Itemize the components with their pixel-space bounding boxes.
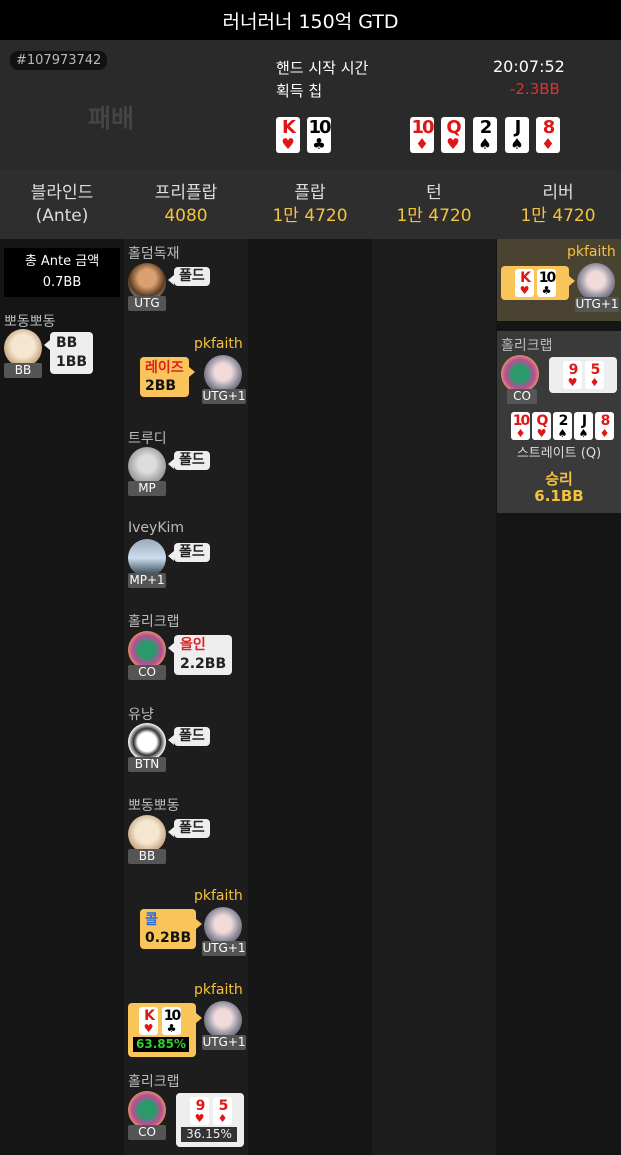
best-hand-card: 8 ♦	[595, 412, 614, 440]
player-name: pkfaith	[194, 982, 243, 998]
result-label: 패배	[88, 104, 135, 133]
hand-info-panel: #107973742 패배 핸드 시작 시간 20:07:52 획득 칩 -2.…	[0, 40, 621, 170]
position-badge: CO	[507, 389, 537, 404]
hole-card: 9 ♥	[190, 1097, 209, 1125]
player-avatar[interactable]	[128, 539, 166, 577]
action-bubble: 레이즈 2BB	[140, 357, 195, 397]
best-hand-card: 2 ♠	[553, 412, 572, 440]
player-name: 뽀동뽀동	[4, 314, 56, 330]
hole-card: 5 ♦	[213, 1097, 232, 1125]
player-name: 유냥	[128, 707, 154, 723]
action-bubble: 올인 2.2BB	[167, 635, 233, 675]
player-name: pkfaith	[194, 888, 243, 904]
street-blinds[interactable]: 블라인드 (Ante)	[0, 170, 124, 239]
player-avatar[interactable]	[577, 263, 615, 301]
player-avatar[interactable]	[501, 355, 539, 393]
player-avatar[interactable]	[128, 1091, 166, 1129]
win-label: 승리	[545, 470, 573, 488]
action-bubble: 폴드	[168, 727, 210, 746]
position-badge: MP	[128, 481, 166, 496]
showdown-bubble: K ♥ 10 ♣ 63.85%	[128, 1003, 202, 1057]
river-column: pkfaith UTG+1 K ♥ 10 ♣ 홀리크랩 CO 9 ♥ 5 ♦ 10 ♦ Q…	[496, 239, 621, 1155]
board-card: 8 ♦	[536, 117, 560, 153]
position-badge: CO	[128, 1125, 166, 1140]
street-header: 블라인드 (Ante) 프리플랍 4080 플랍 1만 4720 턴 1만 4720 리…	[0, 170, 621, 239]
hero-river-box: pkfaith UTG+1 K ♥ 10 ♣	[497, 239, 621, 321]
player-name: 홀리크랩	[501, 338, 553, 354]
position-badge: BTN	[128, 757, 166, 772]
action-bubble: 폴드	[168, 819, 210, 838]
player-name: pkfaith	[194, 336, 243, 352]
position-badge: UTG	[128, 296, 166, 311]
street-flop[interactable]: 플랍 1만 4720	[248, 170, 372, 239]
hole-card: K ♥	[276, 117, 300, 153]
player-avatar[interactable]	[128, 447, 166, 485]
hole-card: 10 ♣	[162, 1007, 181, 1035]
position-badge: UTG+1	[202, 1035, 246, 1050]
showdown-bubble: 9 ♥ 5 ♦ 36.15%	[176, 1093, 244, 1147]
winner-box: 홀리크랩 CO 9 ♥ 5 ♦ 10 ♦ Q ♥ 2 ♠ J ♠ 8 ♦ 스트레이트 (Q) …	[497, 331, 621, 513]
best-hand-card: J ♠	[574, 412, 593, 440]
player-avatar[interactable]	[128, 723, 166, 761]
player-avatar[interactable]	[204, 907, 242, 945]
action-bubble: 콜 0.2BB	[140, 909, 203, 949]
hole-card: K ♥	[139, 1007, 158, 1035]
player-name: 홀리크랩	[128, 1074, 180, 1090]
street-preflop[interactable]: 프리플랍 4080	[124, 170, 248, 239]
position-badge: MP+1	[128, 573, 166, 588]
position-badge: UTG+1	[575, 297, 619, 312]
start-time-label: 핸드 시작 시간	[276, 59, 369, 77]
flop-column	[248, 239, 372, 1155]
action-bubble: BB 1BB	[43, 332, 94, 374]
street-turn[interactable]: 턴 1만 4720	[372, 170, 496, 239]
hand-id: #107973742	[10, 51, 108, 70]
player-avatar[interactable]	[128, 631, 166, 669]
winner-cards: 9 ♥ 5 ♦	[549, 357, 617, 393]
board-card: J ♠	[505, 117, 529, 153]
action-bubble: 폴드	[168, 543, 210, 562]
player-name: 트루디	[128, 431, 167, 447]
player-avatar[interactable]	[128, 815, 166, 853]
win-amount: 6.1BB	[534, 487, 584, 505]
action-bubble: 폴드	[168, 451, 210, 470]
board-card: Q ♥	[441, 117, 465, 153]
equity-value: 63.85%	[133, 1037, 189, 1052]
player-avatar[interactable]	[204, 355, 242, 393]
ante-box: 총 Ante 금액 0.7BB	[4, 248, 120, 297]
hole-card: 9 ♥	[563, 361, 582, 389]
action-bubble: 폴드	[168, 267, 210, 286]
street-river[interactable]: 리버 1만 4720	[496, 170, 620, 239]
window-title: 러너러너 150억 GTD	[0, 0, 621, 40]
position-badge: BB	[4, 363, 42, 378]
hand-name: 스트레이트 (Q)	[516, 446, 602, 461]
blinds-column: 총 Ante 금액 0.7BB 뽀동뽀동 BB BB 1BB	[0, 239, 124, 1155]
showdown-bubble: K ♥ 10 ♣	[501, 266, 575, 300]
board-card: 2 ♠	[473, 117, 497, 153]
hole-card: K ♥	[515, 269, 534, 297]
player-avatar[interactable]	[204, 1001, 242, 1039]
board-card: 10 ♦	[410, 117, 435, 153]
best-hand-card: 10 ♦	[511, 412, 530, 440]
player-name: pkfaith	[567, 244, 616, 260]
position-badge: UTG+1	[202, 389, 246, 404]
position-badge: UTG+1	[202, 941, 246, 956]
equity-value: 36.15%	[181, 1127, 237, 1142]
position-badge: BB	[128, 849, 166, 864]
start-time: 20:07:52	[493, 57, 565, 76]
player-name: IveyKim	[128, 520, 185, 536]
turn-column	[372, 239, 496, 1155]
player-name: 홀리크랩	[128, 614, 180, 630]
chips-value: -2.3BB	[510, 80, 560, 98]
player-avatar[interactable]	[4, 329, 42, 367]
chips-label: 획득 칩	[276, 82, 323, 100]
hole-card: 10 ♣	[307, 117, 332, 153]
hole-card: 5 ♦	[585, 361, 604, 389]
player-name: 홀덤독재	[128, 246, 180, 262]
player-name: 뽀동뽀동	[128, 798, 180, 814]
position-badge: CO	[128, 665, 166, 680]
hole-card: 10 ♣	[537, 269, 556, 297]
best-hand-card: Q ♥	[532, 412, 551, 440]
preflop-column: 홀덤독재 UTG 폴드 pkfaith UTG+1 레이즈 2BB 트루디 MP …	[124, 239, 248, 1155]
